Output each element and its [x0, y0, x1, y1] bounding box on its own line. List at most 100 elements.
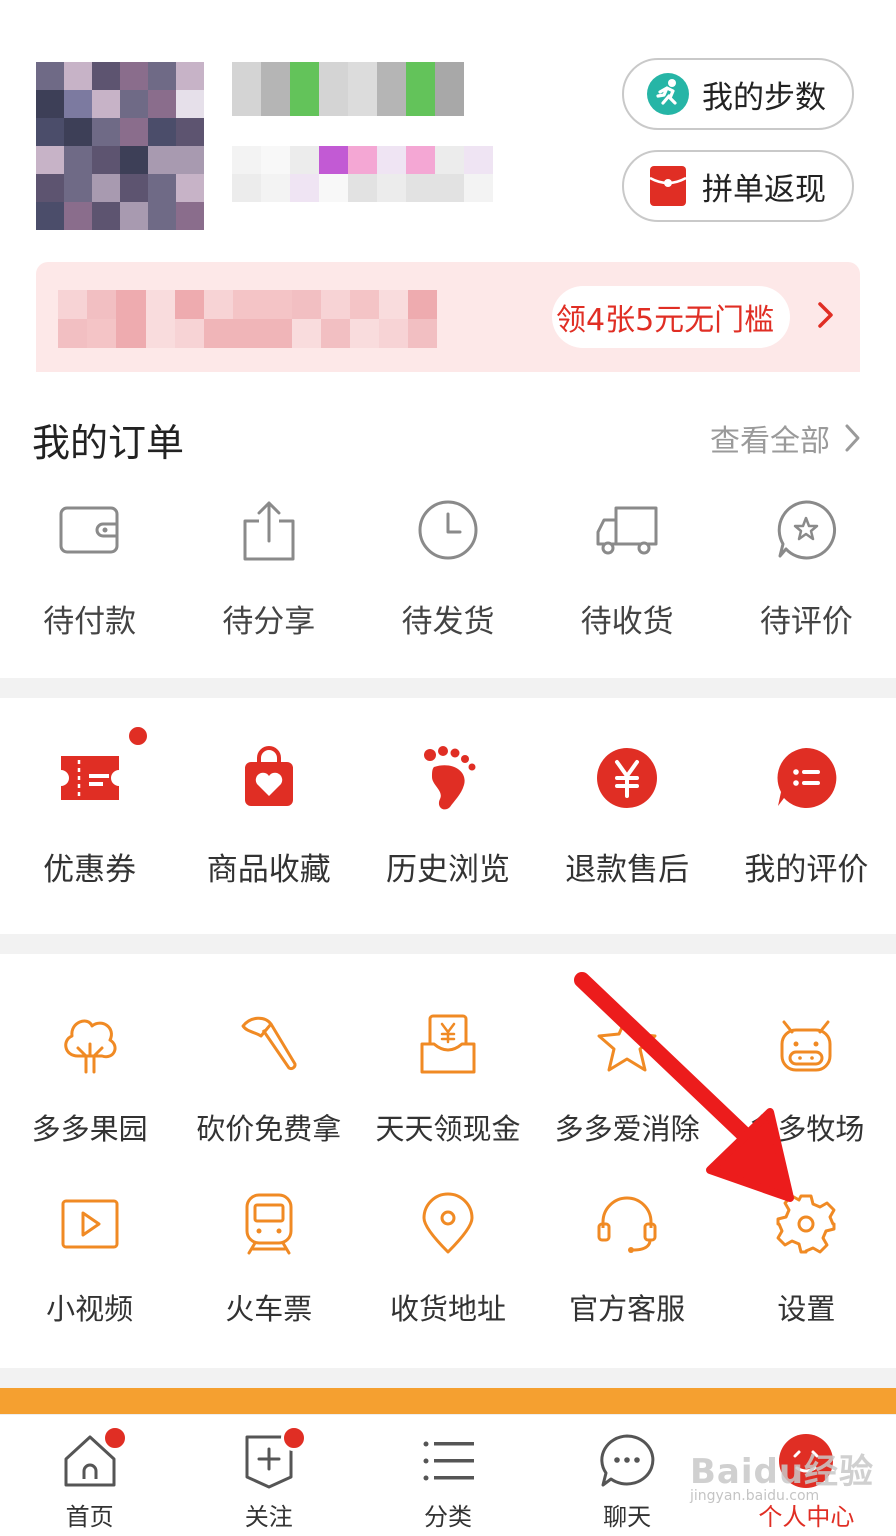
- settings-button[interactable]: 设置: [717, 1184, 896, 1328]
- order-pending-payment[interactable]: 待付款: [0, 490, 179, 641]
- blur-tile: [145, 290, 175, 319]
- blur-tile: [290, 146, 319, 174]
- blur-tile: [92, 62, 120, 90]
- my-orders-section: 我的订单 查看全部 待付款 待分享 待发货 待收货 待评价: [0, 372, 896, 678]
- group-cashback-label: 拼单返现: [702, 171, 826, 208]
- service-favorites[interactable]: 商品收藏: [179, 738, 358, 889]
- tool-label: 多多爱消除: [554, 1112, 700, 1146]
- service-refund[interactable]: 退款售后: [538, 738, 717, 889]
- blur-tile: [148, 62, 176, 90]
- blur-tile: [408, 290, 438, 319]
- blur-tile: [232, 174, 261, 202]
- blur-tile: [145, 319, 175, 348]
- blur-tile: [233, 319, 263, 348]
- running-icon: [646, 72, 690, 116]
- services-section: 优惠券 商品收藏 历史浏览 退款售后 我的评价: [0, 698, 896, 934]
- tool-label: 多多牧场: [748, 1112, 865, 1146]
- gear-icon: [766, 1184, 846, 1264]
- blur-tile: [92, 90, 120, 118]
- view-all-label: 查看全部: [710, 424, 830, 459]
- settings-label: 设置: [777, 1292, 836, 1326]
- blur-tile: [87, 319, 117, 348]
- tools-section: 多多果园 砍价免费拿 天天领现金 多多爱消除 多多牧场 小视频 火车票 收货地址…: [0, 954, 896, 1368]
- promo-strip[interactable]: [0, 1388, 896, 1414]
- blur-tile: [261, 146, 290, 174]
- my-steps-button[interactable]: 我的步数: [622, 58, 854, 130]
- coupon-banner[interactable]: 领4张5元无门槛: [36, 262, 860, 372]
- blur-tile: [174, 290, 204, 319]
- tool-bargain[interactable]: 砍价免费拿: [179, 1004, 358, 1148]
- blur-tile: [120, 146, 148, 174]
- blur-tile: [120, 174, 148, 202]
- tool-ranch[interactable]: 多多牧场: [717, 1004, 896, 1148]
- tool-orchard[interactable]: 多多果园: [0, 1004, 179, 1148]
- blur-tile: [148, 90, 176, 118]
- service-label: 我的评价: [744, 852, 869, 888]
- view-all-orders-link[interactable]: 查看全部: [710, 416, 862, 460]
- red-envelope-icon: [646, 164, 690, 208]
- order-pending-shipment[interactable]: 待发货: [358, 490, 537, 641]
- service-label: 商品收藏: [206, 852, 331, 888]
- tab-label: 首页: [65, 1503, 114, 1531]
- tool-daily-cash[interactable]: 天天领现金: [358, 1004, 537, 1148]
- my-steps-label: 我的步数: [702, 79, 826, 116]
- comment-list-icon: [766, 738, 846, 818]
- coupon-offer-label: 领4张5元无门槛: [556, 303, 775, 338]
- tree-icon: [50, 1004, 130, 1084]
- blur-tile: [349, 290, 380, 319]
- blur-tile: [176, 174, 204, 202]
- blur-tile: [406, 62, 435, 116]
- tool-label: 火车票: [225, 1292, 313, 1326]
- tool-customer-service[interactable]: 官方客服: [538, 1184, 717, 1328]
- service-history[interactable]: 历史浏览: [358, 738, 537, 889]
- blur-tile: [58, 319, 88, 348]
- notification-badge: [101, 1425, 128, 1451]
- blur-tile: [408, 319, 438, 348]
- service-my-reviews[interactable]: 我的评价: [717, 738, 896, 889]
- blur-tile: [176, 202, 204, 230]
- order-label: 待付款: [43, 604, 137, 640]
- blur-tile: [174, 319, 204, 348]
- order-pending-review[interactable]: 待评价: [717, 490, 896, 641]
- service-label: 优惠券: [43, 852, 137, 888]
- blur-tile: [406, 146, 435, 174]
- blur-tile: [262, 290, 292, 319]
- tool-label: 小视频: [46, 1292, 134, 1326]
- coupon-offer-pill[interactable]: 领4张5元无门槛: [552, 286, 791, 348]
- blur-tile: [377, 146, 406, 174]
- blur-tile: [36, 118, 64, 146]
- footprint-icon: [408, 738, 488, 818]
- section-divider: [0, 1368, 896, 1388]
- notification-badge: [125, 724, 150, 748]
- blur-tile: [36, 202, 64, 230]
- blur-tile: [64, 118, 92, 146]
- tool-short-video[interactable]: 小视频: [0, 1184, 179, 1328]
- avatar[interactable]: [36, 62, 204, 230]
- blur-tile: [379, 319, 409, 348]
- tab-category[interactable]: 分类: [358, 1415, 537, 1536]
- coupon-icon: [50, 724, 150, 818]
- blur-tile: [319, 62, 348, 116]
- tab-follow[interactable]: 关注: [179, 1415, 358, 1536]
- tool-elimination-game[interactable]: 多多爱消除: [538, 1004, 717, 1148]
- star-bubble-icon: [766, 490, 846, 570]
- blur-tile: [435, 146, 464, 174]
- service-coupons[interactable]: 优惠券: [0, 724, 179, 889]
- headset-icon: [587, 1184, 667, 1264]
- order-pending-receipt[interactable]: 待收货: [538, 490, 717, 641]
- home-icon: [60, 1425, 128, 1491]
- order-pending-share[interactable]: 待分享: [179, 490, 358, 641]
- group-cashback-button[interactable]: 拼单返现: [622, 150, 854, 222]
- section-divider: [0, 678, 896, 698]
- tool-train-tickets[interactable]: 火车票: [179, 1184, 358, 1328]
- tab-label: 分类: [423, 1503, 472, 1531]
- order-label: 待评价: [759, 604, 853, 640]
- blur-tile: [92, 146, 120, 174]
- section-divider: [0, 934, 896, 954]
- blur-tile: [176, 118, 204, 146]
- tab-home[interactable]: 首页: [0, 1415, 179, 1536]
- blur-tile: [58, 290, 88, 319]
- tool-address[interactable]: 收货地址: [358, 1184, 537, 1328]
- order-label: 待收货: [580, 604, 674, 640]
- blur-tile: [120, 118, 148, 146]
